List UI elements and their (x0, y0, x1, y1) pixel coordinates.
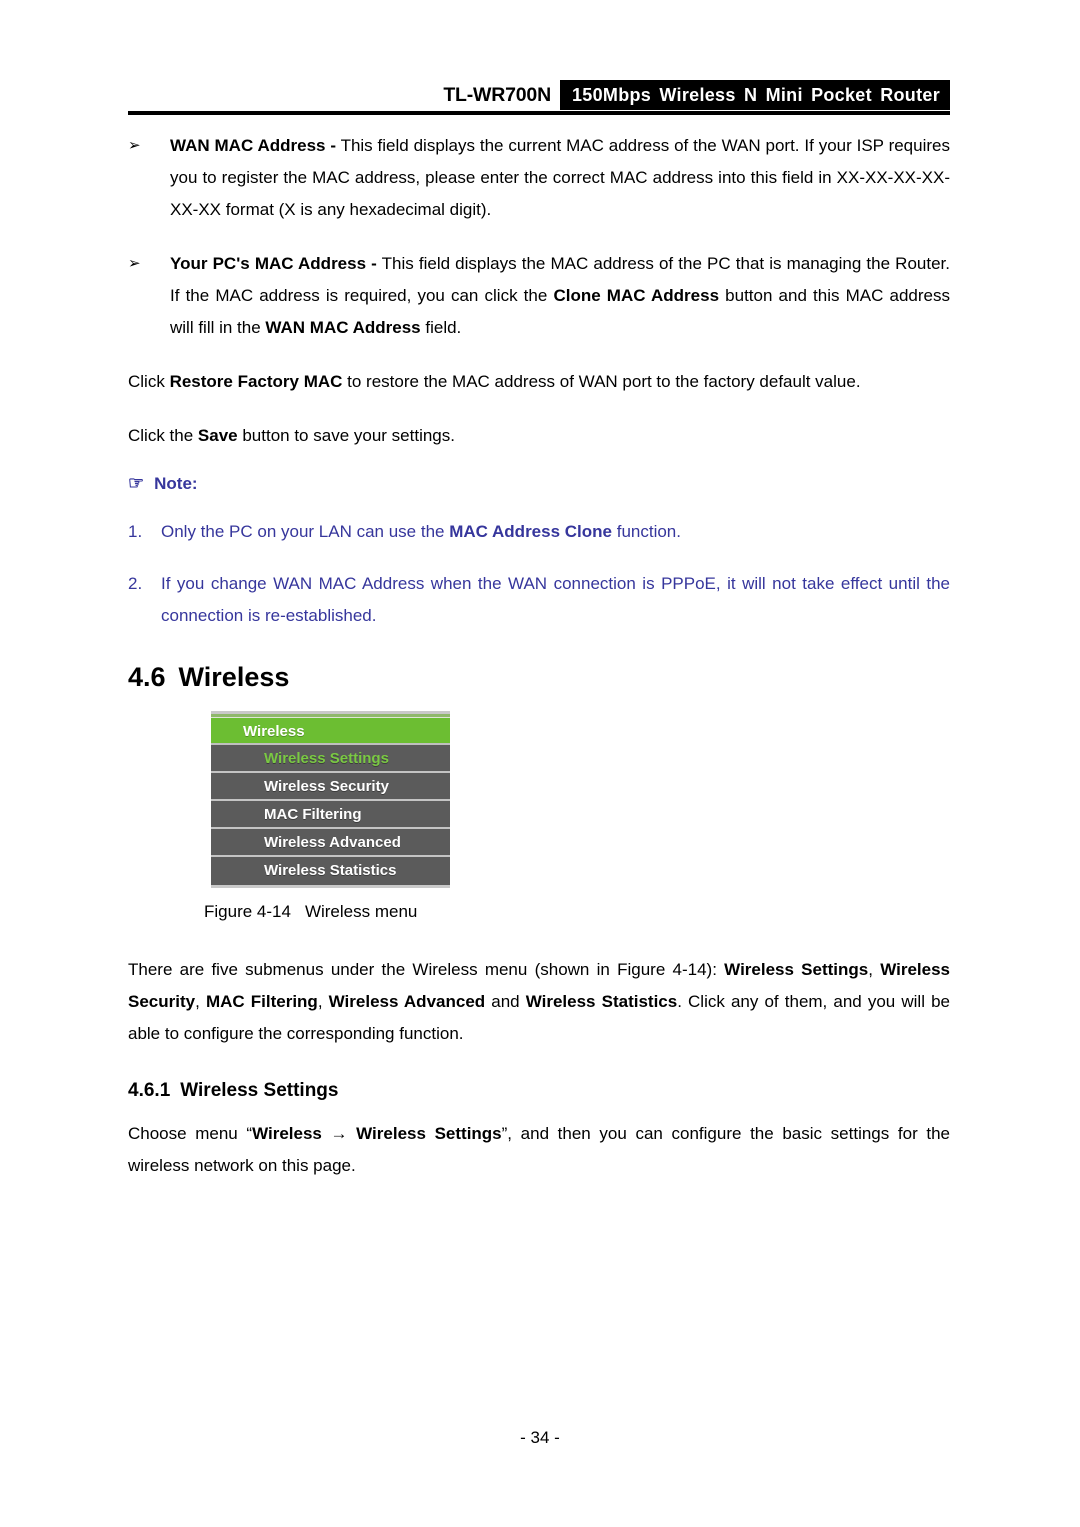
restore-text-part-1: Click (128, 372, 170, 391)
note-heading-label: Note: (154, 474, 198, 493)
note-item-text: If you change WAN MAC Address when the W… (161, 574, 950, 625)
figure-caption: Figure 4-14 Wireless menu (128, 902, 950, 922)
arrow-bullet-icon: ➢ (128, 255, 141, 272)
figure-wireless-menu: Wireless Wireless Settings Wireless Secu… (128, 711, 950, 922)
save-bold-label: Save (197, 426, 238, 445)
page-title-section-4-6: 4.6 Wireless (128, 662, 950, 693)
page-title-subsection-4-6-1: 4.6.1 Wireless Settings (128, 1080, 950, 1102)
bullet-term: WAN MAC Address - (170, 136, 337, 155)
menu-item-wireless-statistics[interactable]: Wireless Statistics (211, 857, 450, 885)
product-model-name: TL-WR700N (443, 83, 551, 106)
wireless-menu-screenshot: Wireless Wireless Settings Wireless Secu… (211, 711, 450, 888)
product-banner: 150Mbps Wireless N Mini Pocket Router (559, 80, 950, 110)
note-item-text: Only the PC on your LAN can use the MAC … (161, 516, 950, 548)
bullet-body: Your PC's MAC Address - This field displ… (170, 248, 950, 344)
figure-number: Figure 4-14 (204, 902, 291, 921)
paragraph-restore-factory-mac: Click Restore Factory MAC to restore the… (128, 366, 950, 398)
figure-caption-text: Wireless menu (304, 902, 418, 921)
intro-bold-wireless-statistics: Wireless Statistics (525, 992, 678, 1011)
page-footer: - 34 - (0, 1428, 1080, 1448)
intro-text-part-5: and (485, 992, 526, 1011)
restore-bold-label: Restore Factory MAC (169, 372, 343, 391)
intro-bold-wireless-advanced: Wireless Advanced (328, 992, 486, 1011)
menu-item-wireless-settings[interactable]: Wireless Settings (211, 745, 450, 773)
note-heading: ☞ Note: (128, 474, 950, 494)
note-text-part-2: function. (612, 522, 681, 541)
choose-text-part-1: Choose menu “ (128, 1124, 253, 1143)
intro-text-part-2: , (868, 960, 881, 979)
intro-text-part-4: , (317, 992, 329, 1011)
menu-header-wireless[interactable]: Wireless (211, 718, 450, 745)
page-number: - 34 - (520, 1428, 560, 1447)
note-item-number: 2. (128, 574, 143, 593)
note-block: ☞ Note: 1. Only the PC on your LAN can u… (128, 474, 950, 632)
subsection-number: 4.6.1 (128, 1080, 171, 1101)
arrow-bullet-icon: ➢ (128, 137, 141, 154)
intro-bold-mac-filtering: MAC Filtering (205, 992, 318, 1011)
bullet-body: WAN MAC Address - This field displays th… (170, 130, 950, 226)
document-page: TL-WR700N 150Mbps Wireless N Mini Pocket… (0, 0, 1080, 1527)
menu-item-wireless-advanced[interactable]: Wireless Advanced (211, 829, 450, 857)
page-content: ➢ WAN MAC Address - This field displays … (128, 130, 950, 1182)
note-bold-mac-address-clone: MAC Address Clone (449, 522, 612, 541)
subsection-title: Wireless Settings (180, 1080, 339, 1101)
intro-text-part-3: , (195, 992, 206, 1011)
bullet-term: Your PC's MAC Address - (170, 254, 377, 273)
page-header: TL-WR700N 150Mbps Wireless N Mini Pocket… (128, 80, 950, 110)
bullet-bold-wan-mac-address: WAN MAC Address (265, 318, 421, 337)
bullet-your-pc-mac-address: ➢ Your PC's MAC Address - This field dis… (128, 248, 950, 344)
paragraph-save-settings: Click the Save button to save your setti… (128, 420, 950, 452)
menu-item-wireless-security[interactable]: Wireless Security (211, 773, 450, 801)
note-text-part-1: Only the PC on your LAN can use the (161, 522, 450, 541)
header-divider (128, 111, 950, 115)
section-number: 4.6 (128, 662, 166, 692)
choose-bold-wireless-settings: Wireless Settings (356, 1124, 502, 1143)
bullet-bold-clone-mac-address: Clone MAC Address (553, 286, 720, 305)
paragraph-choose-menu: Choose menu “Wireless → Wireless Setting… (128, 1118, 950, 1182)
restore-text-part-2: to restore the MAC address of WAN port t… (342, 372, 861, 391)
menu-item-mac-filtering[interactable]: MAC Filtering (211, 801, 450, 829)
note-list-item: 1. Only the PC on your LAN can use the M… (128, 516, 950, 548)
note-item-number: 1. (128, 522, 143, 541)
bullet-text-part-3: field. (420, 318, 462, 337)
save-text-part-2: button to save your settings. (237, 426, 455, 445)
choose-bold-wireless: Wireless (252, 1124, 322, 1143)
bullet-wan-mac-address: ➢ WAN MAC Address - This field displays … (128, 130, 950, 226)
paragraph-submenu-intro: There are five submenus under the Wirele… (128, 954, 950, 1050)
note-list-item: 2. If you change WAN MAC Address when th… (128, 568, 950, 632)
section-title: Wireless (178, 662, 290, 692)
pointing-hand-icon: ☞ (128, 473, 145, 493)
right-arrow-icon: → (321, 1124, 357, 1143)
intro-bold-wireless-settings: Wireless Settings (724, 960, 869, 979)
intro-text-part-1: There are five submenus under the Wirele… (128, 960, 725, 979)
save-text-part-1: Click the (128, 426, 198, 445)
